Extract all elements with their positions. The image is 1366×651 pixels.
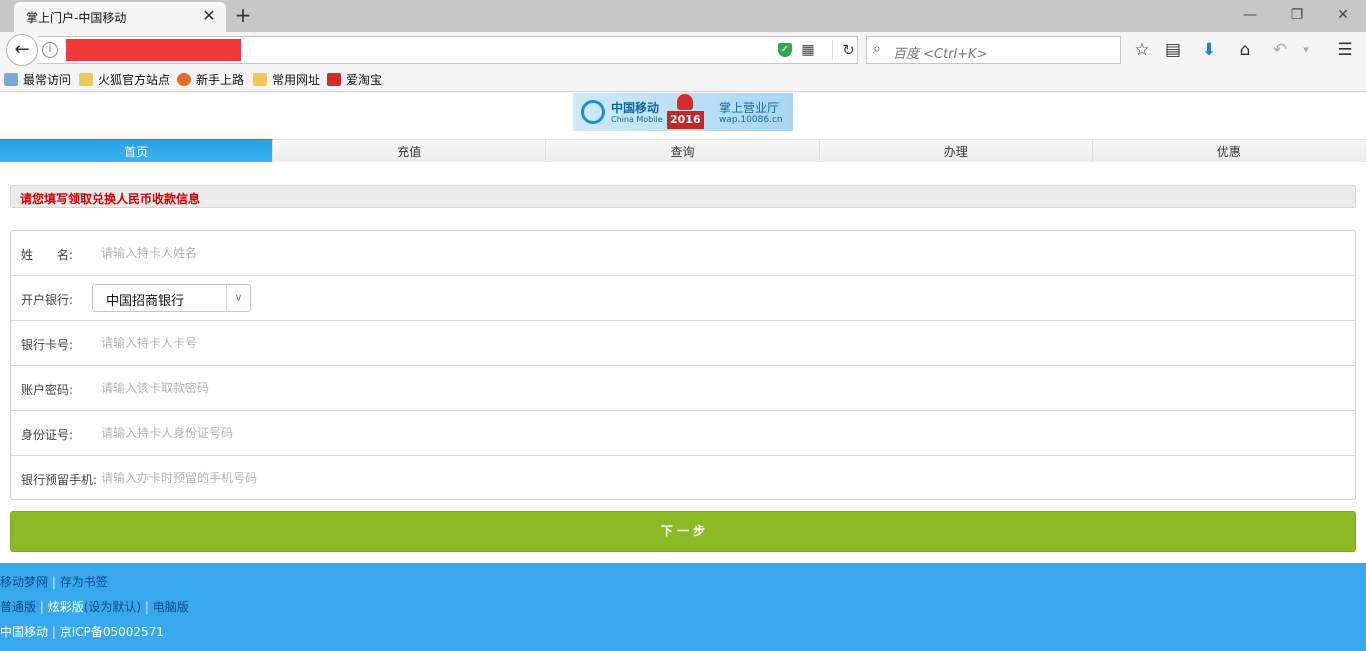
footer-sep: |	[36, 600, 48, 614]
bank-label: 开户银行:	[21, 293, 74, 307]
firefox-icon	[177, 73, 191, 86]
footer-link-monternet[interactable]: 移动梦网	[0, 575, 48, 589]
undo-icon[interactable]: ↶	[1270, 40, 1290, 60]
tab-title: 掌上门户-中国移动	[26, 11, 127, 25]
chevron-down-icon[interactable]: ∨	[226, 285, 250, 311]
footer-sep: |	[141, 600, 153, 614]
taobao-icon	[327, 73, 341, 86]
password-input[interactable]	[101, 376, 1341, 400]
url-bar[interactable]: i ✓ ▦ ↻	[38, 36, 858, 64]
folder-icon	[253, 73, 267, 86]
bookmark-aitaobao[interactable]: 爱淘宝	[327, 72, 382, 88]
payment-form: 姓 名: 开户银行: 中国招商银行 ∨ 银行卡号: 账户密码: 身份证号: 银行…	[10, 230, 1356, 500]
url-redacted	[66, 39, 241, 61]
footer-icp: 京ICP备05002571	[59, 625, 164, 639]
china-mobile-logo[interactable]: 中国移动 China Mobile 2016 掌上营业厅 wap.10086.c…	[573, 93, 793, 131]
notice-text: 请您填写领取兑换人民币收款信息	[20, 192, 201, 206]
china-mobile-logo-icon	[581, 100, 605, 124]
bookmark-star-icon[interactable]: ☆	[1132, 40, 1152, 60]
info-icon[interactable]: i	[42, 42, 58, 58]
footer: 移动梦网 | 存为书签 普通版 | 炫彩版(设为默认) | 电脑版 中国移动 |…	[0, 563, 1366, 651]
password-label: 账户密码:	[21, 383, 74, 397]
shield-icon[interactable]: ✓	[778, 43, 792, 57]
bookmark-common-sites[interactable]: 常用网址	[253, 72, 320, 88]
id-label: 身份证号:	[21, 428, 74, 442]
browser-tab-bar: 掌上门户-中国移动 ✕ + — ❐ ✕	[0, 0, 1366, 32]
form-row-name: 姓 名:	[11, 231, 1355, 276]
download-icon[interactable]: ⬇	[1199, 40, 1219, 60]
folder-icon	[79, 73, 93, 86]
card-label: 银行卡号:	[21, 338, 74, 352]
logo-url: wap.10086.cn	[719, 115, 783, 125]
restore-window-icon[interactable]: ❐	[1282, 4, 1312, 26]
browser-tab[interactable]: 掌上门户-中国移动 ✕	[14, 2, 226, 32]
search-icon: ⌕	[873, 41, 881, 57]
nav-service[interactable]: 办理	[819, 139, 1093, 162]
close-window-icon[interactable]: ✕	[1328, 4, 1358, 26]
next-step-button[interactable]: 下 一 步	[10, 511, 1356, 552]
name-input[interactable]	[101, 241, 1341, 265]
bank-select-value: 中国招商银行	[106, 294, 185, 309]
hamburger-menu-icon[interactable]: ☰	[1335, 40, 1355, 60]
logo-year: 2016	[667, 111, 704, 129]
new-tab-icon[interactable]: +	[232, 4, 254, 26]
footer-link-standard[interactable]: 普通版	[0, 600, 36, 614]
footer-sep: |	[48, 575, 60, 589]
phone-label: 银行预留手机:	[21, 473, 98, 487]
footer-link-pc[interactable]: 电脑版	[153, 600, 189, 614]
bookmark-folder-icon	[4, 73, 18, 86]
bank-select[interactable]: 中国招商银行 ∨	[92, 284, 251, 312]
footer-current-colorful: 炫彩版	[47, 600, 84, 614]
logo-brand-en: China Mobile	[611, 115, 663, 124]
nav-query[interactable]: 查询	[546, 139, 820, 162]
reload-icon[interactable]: ↻	[832, 40, 858, 60]
logo-brand-cn: 中国移动	[611, 101, 660, 115]
form-row-card: 银行卡号:	[11, 321, 1355, 366]
bookmarks-bar: 最常访问 火狐官方站点 新手上路 常用网址 爱淘宝	[0, 68, 1366, 92]
id-number-input[interactable]	[101, 421, 1341, 445]
footer-brand: 中国移动	[0, 625, 49, 639]
form-row-phone: 银行预留手机:	[11, 456, 1355, 501]
back-arrow-icon[interactable]: ←	[6, 34, 38, 66]
santa-icon	[677, 94, 693, 110]
reading-list-icon[interactable]: ▤	[1163, 40, 1183, 60]
nav-recharge[interactable]: 充值	[273, 139, 547, 162]
home-icon[interactable]: ⌂	[1235, 40, 1255, 60]
card-number-input[interactable]	[101, 331, 1341, 355]
footer-sep: |	[48, 625, 60, 639]
bookmark-firefox-site[interactable]: 火狐官方站点	[79, 72, 170, 88]
minimize-window-icon[interactable]: —	[1235, 4, 1265, 26]
close-tab-icon[interactable]: ✕	[200, 7, 218, 25]
phone-input[interactable]	[101, 466, 1341, 490]
nav-home[interactable]: 首页	[0, 139, 274, 162]
notice-banner: 请您填写领取兑换人民币收款信息	[10, 185, 1356, 208]
logo-hall: 掌上营业厅	[719, 101, 780, 115]
footer-line-1: 移动梦网 | 存为书签	[0, 573, 108, 590]
footer-link-set-default[interactable]: (设为默认)	[84, 600, 141, 614]
footer-line-2: 普通版 | 炫彩版(设为默认) | 电脑版	[0, 598, 189, 615]
qr-code-icon[interactable]: ▦	[800, 42, 816, 58]
name-label: 姓 名:	[21, 248, 74, 262]
nav-offers[interactable]: 优惠	[1092, 139, 1366, 162]
browser-nav-bar: ← i ✓ ▦ ↻ ⌕ 百度 <Ctrl+K> ☆ ▤ ⬇ ⌂ ↶ ▾ ☰	[0, 32, 1366, 68]
bookmark-most-visited[interactable]: 最常访问	[4, 72, 71, 88]
footer-link-bookmark[interactable]: 存为书签	[60, 575, 108, 589]
main-nav: 首页 充值 查询 办理 优惠	[0, 139, 1366, 162]
footer-line-3: 中国移动 | 京ICP备05002571	[0, 623, 164, 640]
search-bar[interactable]: ⌕ 百度 <Ctrl+K>	[866, 36, 1121, 64]
form-row-id: 身份证号:	[11, 411, 1355, 456]
form-row-password: 账户密码:	[11, 366, 1355, 411]
chevron-down-icon[interactable]: ▾	[1296, 40, 1316, 60]
bookmark-getting-started[interactable]: 新手上路	[177, 72, 244, 88]
form-row-bank: 开户银行: 中国招商银行 ∨	[11, 276, 1355, 321]
search-placeholder: 百度 <Ctrl+K>	[893, 47, 988, 62]
